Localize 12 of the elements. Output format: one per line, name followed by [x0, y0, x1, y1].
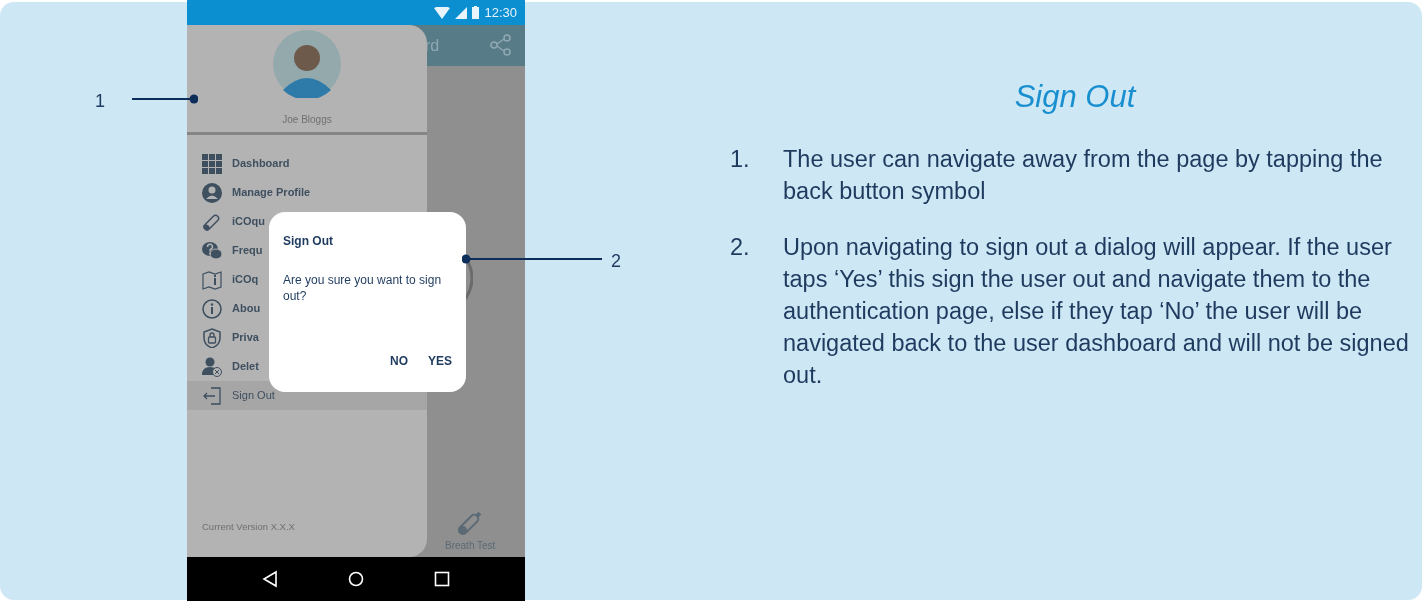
note-text: The user can navigate away from the page by tapping the back button symbol — [783, 144, 1384, 206]
list-number: 1. — [730, 144, 751, 174]
dialog-message: Are you sure you want to sign out? — [283, 272, 443, 304]
dialog-title: Sign Out — [283, 233, 334, 250]
user-name: Joe Bloggs — [282, 113, 332, 127]
status-time: 12:30 — [484, 3, 517, 22]
note-text: Upon navigating to sign out a dialog will appear. If the user taps ‘Yes’ this sign the user out and navigate them to the authentication page, else if they tap ‘No’ the user will be navigated back to the user dashboard and will not be signed out. — [783, 232, 1410, 390]
callout-number: 2 — [611, 250, 621, 273]
notes-title: Sign Out — [1013, 78, 1138, 116]
callout-number: 1 — [95, 90, 105, 113]
list-number: 2. — [730, 232, 751, 262]
version-label: Current Version X.X.X — [202, 520, 295, 534]
